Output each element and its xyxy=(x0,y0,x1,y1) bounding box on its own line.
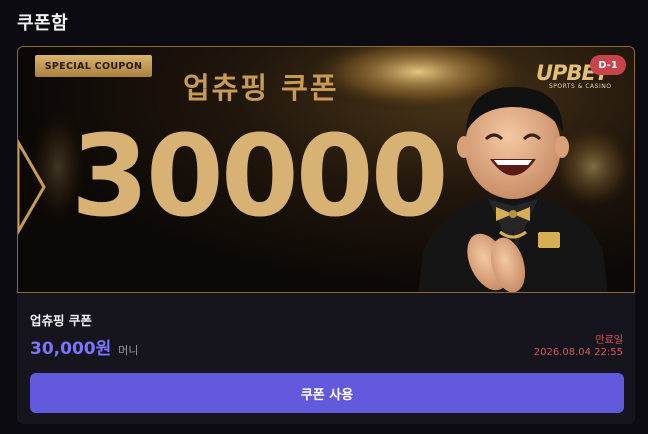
banner-amount: 30000 xyxy=(71,112,449,242)
coupon-banner-image: SPECIAL COUPON 업츄핑 쿠폰 30000 UPBET SPORTS… xyxy=(17,46,635,293)
coupon-amount-unit: 머니 xyxy=(118,344,139,357)
coupon-card: SPECIAL COUPON 업츄핑 쿠폰 30000 UPBET SPORTS… xyxy=(17,46,635,424)
expiry-date: 2026.08.04 22:55 xyxy=(533,347,623,358)
use-coupon-button[interactable]: 쿠폰 사용 xyxy=(30,373,624,413)
d-day-badge: D-1 xyxy=(590,55,626,75)
banner-heading: 업츄핑 쿠폰 xyxy=(183,71,339,105)
coupon-amount-row: 30,000원 머니 xyxy=(30,334,139,359)
coupon-amount: 30,000원 xyxy=(30,339,112,359)
brand-subtitle: SPORTS & CASINO xyxy=(549,83,612,90)
expiry-label: 만료일 xyxy=(595,335,623,346)
coupon-name: 업츄핑 쿠폰 xyxy=(30,313,92,328)
special-coupon-tag: SPECIAL COUPON xyxy=(35,55,152,77)
page-title: 쿠폰함 xyxy=(17,13,69,34)
